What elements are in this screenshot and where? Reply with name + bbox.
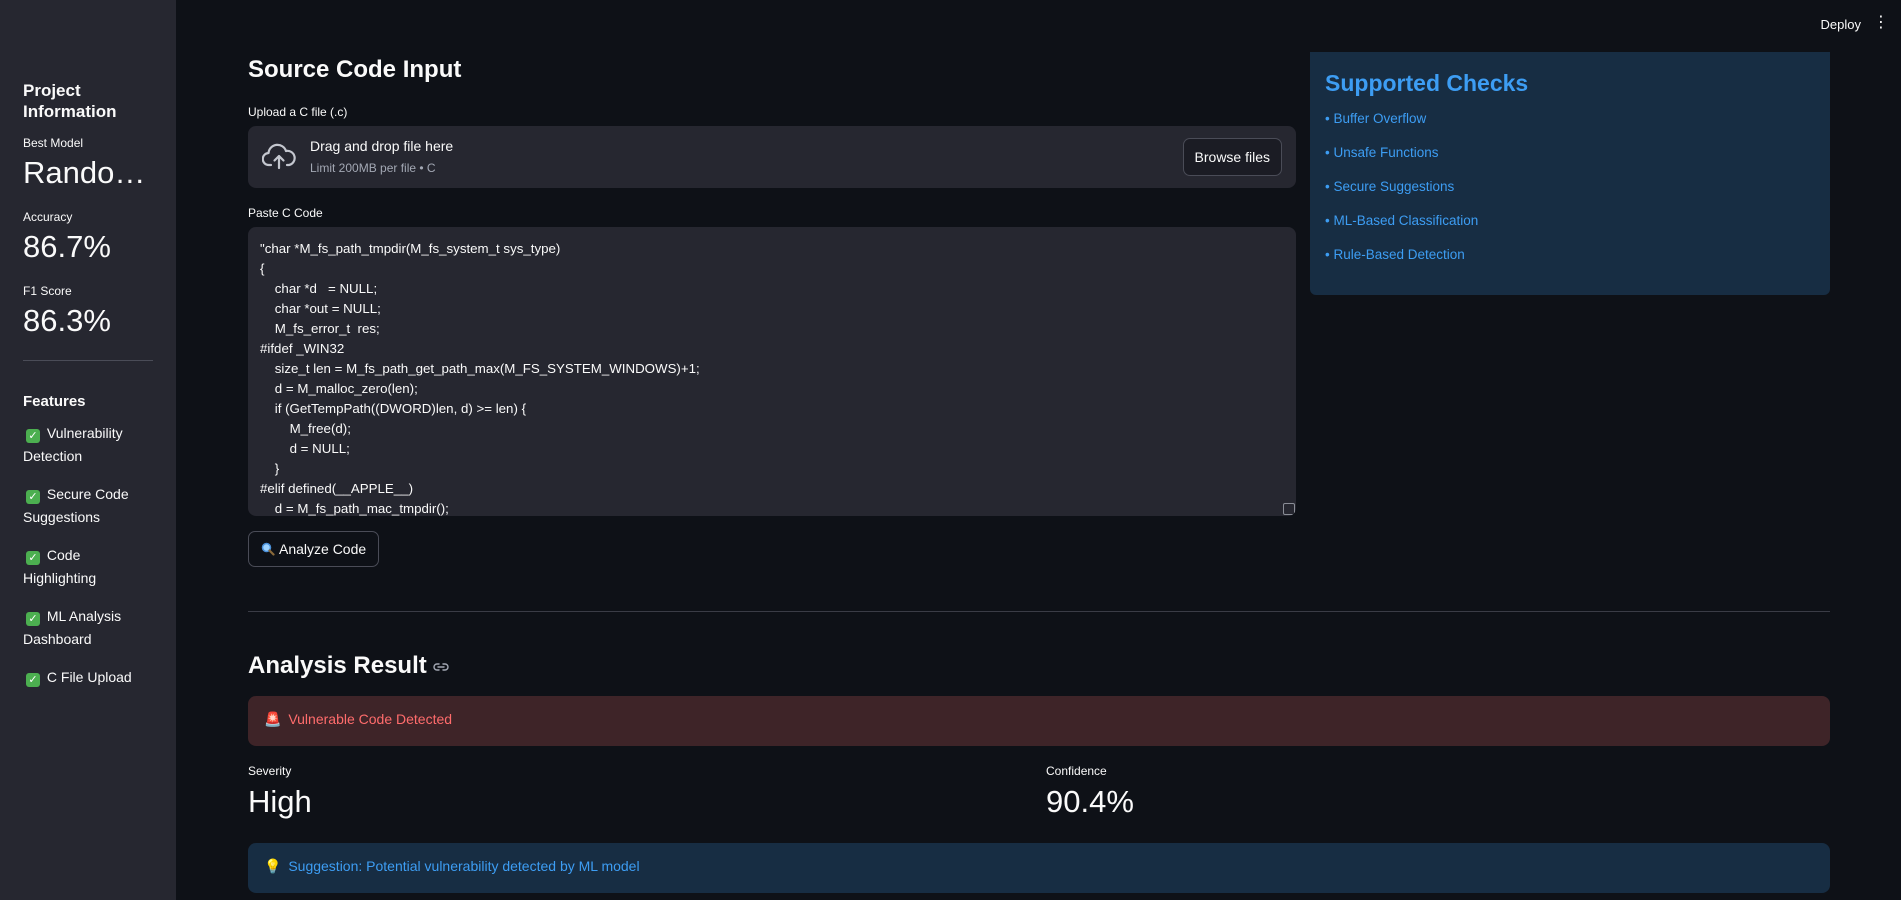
- feature-item: ✓ C File Upload: [23, 666, 153, 689]
- supported-checks-panel: Supported Checks • Buffer Overflow • Uns…: [1310, 52, 1830, 295]
- check-icon: ✓: [26, 673, 40, 687]
- code-content: "char *M_fs_path_tmpdir(M_fs_system_t sy…: [260, 241, 700, 516]
- dropzone-instruction: Drag and drop file here: [310, 138, 454, 154]
- supported-checks-title: Supported Checks: [1325, 70, 1529, 96]
- metric-label-accuracy: Accuracy: [23, 210, 73, 224]
- resize-handle[interactable]: [1283, 503, 1295, 515]
- supported-check-item: • Rule-Based Detection: [1325, 247, 1465, 262]
- analysis-result-title-text: Analysis Result: [248, 652, 427, 679]
- metric-value-best-model: Random Forest: [23, 155, 153, 190]
- feature-item: ✓ ML Analysis Dashboard: [23, 605, 153, 651]
- supported-check-item: • Buffer Overflow: [1325, 111, 1427, 126]
- anchor-link-icon[interactable]: [433, 662, 449, 672]
- severity-value: High: [248, 784, 312, 819]
- feature-item: ✓ Vulnerability Detection: [23, 422, 153, 468]
- code-textarea[interactable]: "char *M_fs_path_tmpdir(M_fs_system_t sy…: [248, 227, 1296, 516]
- supported-check-item: • Unsafe Functions: [1325, 145, 1439, 160]
- metric-value-accuracy: 86.7%: [23, 229, 111, 264]
- analyze-code-label: Analyze Code: [279, 541, 367, 557]
- features-title: Features: [23, 393, 86, 410]
- page-title: Source Code Input: [248, 56, 462, 83]
- file-dropzone[interactable]: Drag and drop file here Limit 200MB per …: [248, 126, 1296, 188]
- main-menu-icon[interactable]: ⋮: [1873, 14, 1889, 32]
- suggestion-text: Suggestion: Potential vulnerability dete…: [288, 858, 640, 874]
- metric-label-best-model: Best Model: [23, 136, 84, 150]
- check-icon: ✓: [26, 612, 40, 626]
- vulnerability-alert: 🚨 Vulnerable Code Detected: [248, 696, 1830, 746]
- browse-files-button[interactable]: Browse files: [1182, 138, 1282, 176]
- sidebar-title: Project Information: [23, 81, 117, 121]
- paste-code-label: Paste C Code: [248, 206, 323, 220]
- cloud-upload-icon: [262, 143, 296, 170]
- feature-item: ✓ Secure Code Suggestions: [23, 483, 153, 529]
- vulnerability-alert-text: Vulnerable Code Detected: [288, 711, 453, 727]
- section-divider: [248, 611, 1830, 612]
- metric-label-f1-score: F1 Score: [23, 284, 72, 298]
- magnifier-icon: [261, 542, 275, 556]
- check-icon: ✓: [26, 551, 40, 565]
- confidence-value: 90.4%: [1046, 784, 1134, 819]
- check-icon: ✓: [26, 490, 40, 504]
- confidence-label: Confidence: [1046, 764, 1107, 778]
- suggestion-alert: 💡 Suggestion: Potential vulnerability de…: [248, 843, 1830, 893]
- check-icon: ✓: [26, 429, 40, 443]
- supported-check-item: • ML-Based Classification: [1325, 213, 1479, 228]
- metric-value-f1-score: 86.3%: [23, 303, 111, 338]
- siren-icon: 🚨: [264, 712, 282, 728]
- lightbulb-icon: 💡: [264, 859, 282, 875]
- analyze-code-button[interactable]: Analyze Code: [248, 531, 380, 567]
- supported-check-item: • Secure Suggestions: [1325, 179, 1455, 194]
- analysis-result-title: Analysis Result: [248, 652, 449, 680]
- sidebar-divider: [23, 360, 153, 361]
- feature-label: C File Upload: [46, 669, 132, 685]
- upload-label: Upload a C file (.c): [248, 105, 348, 119]
- feature-item: ✓ Code Highlighting: [23, 544, 153, 590]
- dropzone-limit: Limit 200MB per file • C: [310, 161, 436, 175]
- deploy-button[interactable]: Deploy: [1821, 17, 1861, 32]
- sidebar: Project Information Best Model Random Fo…: [0, 0, 176, 900]
- severity-label: Severity: [248, 764, 292, 778]
